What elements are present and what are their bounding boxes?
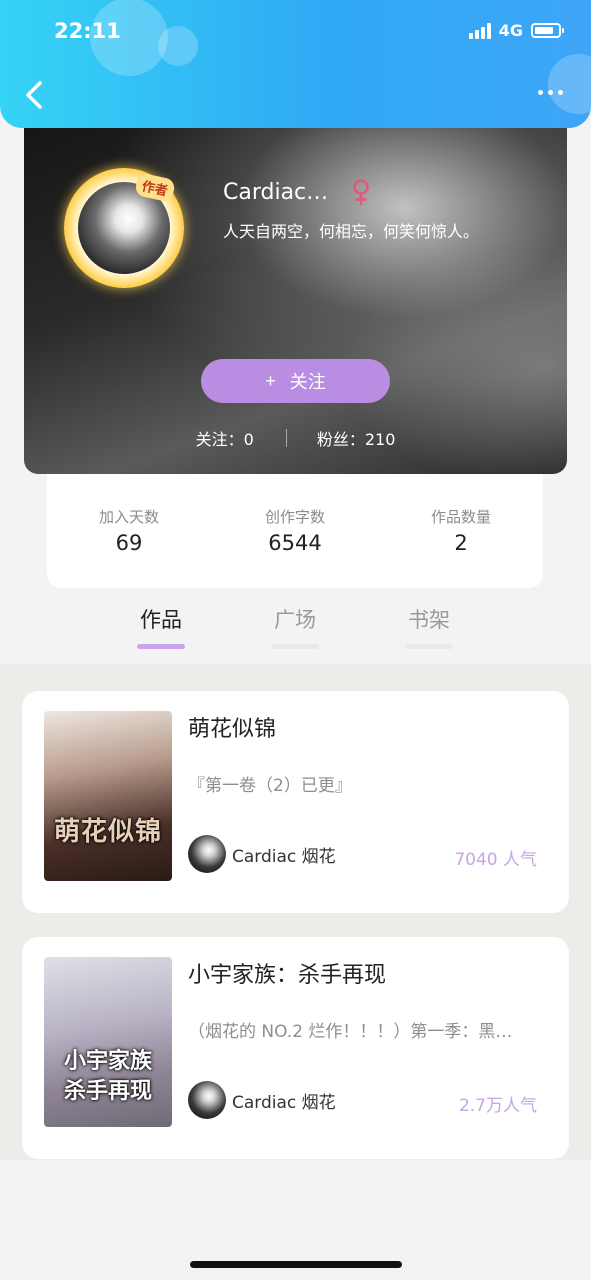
divider: [285, 429, 287, 447]
work-card[interactable]: 小宇家族杀手再现 小宇家族：杀手再现 （烟花的 NO.2 烂作！！！）第一季：黑…: [22, 937, 569, 1159]
stats-card: 加入天数 69 创作字数 6544 作品数量 2: [47, 458, 543, 588]
profile-card: 作者 Cardiac… 人天自两空，何相忘，何笑何惊人。 + 关注 关注：0 粉…: [24, 108, 567, 474]
work-title: 萌花似锦: [188, 717, 277, 742]
bio-text: 人天自两空，何相忘，何笑何惊人。: [223, 222, 480, 241]
decorative-bubble: [158, 26, 198, 66]
tab-square[interactable]: 广场: [245, 604, 345, 649]
chevron-left-icon: [26, 81, 42, 109]
network-type: 4G: [498, 21, 523, 40]
fans-stat[interactable]: 粉丝：210: [317, 426, 396, 450]
top-bar: 22:11 4G: [0, 0, 591, 128]
cover-title-line: 小宇家族: [63, 1049, 152, 1074]
work-title: 小宇家族：杀手再现: [188, 963, 387, 988]
cover-title-line: 杀手再现: [63, 1079, 152, 1104]
back-button[interactable]: [22, 80, 48, 110]
plus-icon: +: [265, 370, 276, 391]
decorative-bubble: [548, 54, 591, 114]
avatar: [188, 835, 226, 873]
book-cover: 小宇家族 杀手再现: [44, 957, 172, 1127]
status-indicators: 4G: [468, 21, 564, 40]
follow-label: 关注: [289, 372, 326, 392]
work-description: （烟花的 NO.2 烂作！！！）第一季：黑…: [188, 1022, 513, 1042]
book-cover: 萌花似锦: [44, 711, 172, 881]
work-card[interactable]: 萌花似锦 萌花似锦 『第一卷（2）已更』 Cardiac 烟花 7040 人气: [22, 691, 569, 913]
username: Cardiac…: [223, 180, 329, 205]
cover-title: 萌花似锦: [53, 817, 162, 847]
follow-button[interactable]: + 关注: [201, 359, 390, 403]
author-name: Cardiac 烟花: [232, 1092, 336, 1113]
following-stat[interactable]: 关注：0: [196, 426, 254, 450]
female-icon: [353, 179, 369, 205]
popularity-count: 7040 人气: [454, 850, 537, 870]
work-author: Cardiac 烟花: [188, 1081, 336, 1119]
tab-indicator: [405, 644, 453, 649]
work-author: Cardiac 烟花: [188, 835, 336, 873]
battery-icon: [531, 23, 564, 38]
popularity-count: 2.7万人气: [458, 1096, 537, 1116]
home-indicator: [190, 1261, 402, 1268]
tab-indicator: [137, 644, 185, 649]
tab-bar: 作品 广场 书架: [0, 596, 591, 664]
works-count-stat: 作品数量 2: [430, 508, 491, 555]
tab-works[interactable]: 作品: [111, 604, 211, 649]
cover-title: 小宇家族 杀手再现: [44, 1047, 172, 1107]
author-name: Cardiac 烟花: [232, 846, 336, 867]
signal-icon: [468, 22, 491, 39]
work-description: 『第一卷（2）已更』: [188, 776, 352, 796]
join-days-stat: 加入天数 69: [98, 508, 159, 555]
avatar[interactable]: 作者: [64, 168, 184, 288]
follow-stats: 关注：0 粉丝：210: [24, 426, 567, 450]
tab-indicator: [271, 644, 319, 649]
avatar: [188, 1081, 226, 1119]
word-count-stat: 创作字数 6544: [264, 508, 325, 555]
status-time: 22:11: [54, 19, 121, 43]
tab-bookshelf[interactable]: 书架: [379, 604, 479, 649]
more-horizontal-icon: [538, 90, 543, 95]
more-button[interactable]: [538, 90, 563, 95]
